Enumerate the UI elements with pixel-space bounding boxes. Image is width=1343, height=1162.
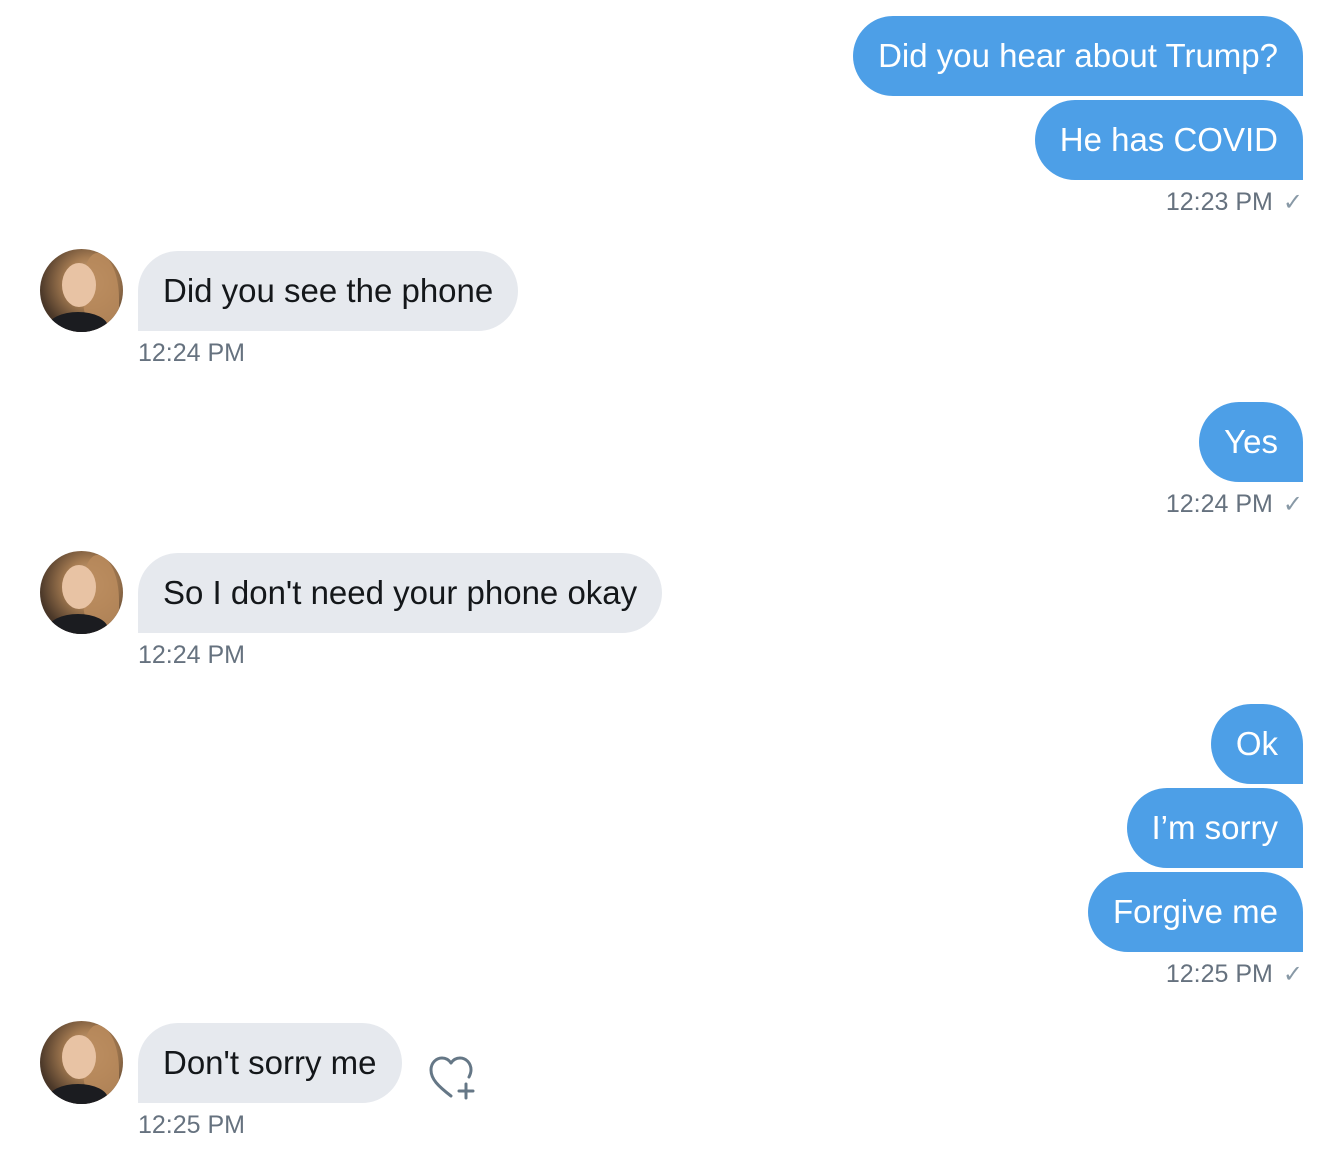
incoming-message-bubble[interactable]: Don't sorry me [138,1023,402,1103]
outgoing-message-bubble[interactable]: Yes [1199,402,1303,482]
message-timestamp: 12:24 PM [138,339,245,368]
timestamp-text: 12:24 PM [138,339,246,367]
timestamp-text: 12:25 PM [1165,960,1273,988]
outgoing-message-bubble[interactable]: Forgive me [1087,872,1303,952]
outgoing-message-bubble[interactable]: He has COVID [1034,100,1303,180]
message-timestamp: 12:24 PM [138,641,245,670]
message-timestamp: 12:25 PM [138,1111,245,1140]
timestamp-text: 12:24 PM [138,641,246,669]
avatar[interactable] [40,1021,123,1104]
outgoing-message-bubble[interactable]: I’m sorry [1126,788,1303,868]
checkmark-icon: ✓ [1282,189,1303,216]
message-timestamp: 12:23 PM ✓ [1166,188,1303,217]
timestamp-text: 12:24 PM [1165,490,1273,518]
incoming-message-bubble[interactable]: So I don't need your phone okay [138,553,663,633]
message-timestamp: 12:24 PM ✓ [1166,490,1303,519]
avatar-face [62,1035,96,1079]
avatar[interactable] [40,551,123,634]
timestamp-text: 12:23 PM [1165,188,1273,216]
incoming-message-bubble[interactable]: Did you see the phone [138,251,519,331]
checkmark-icon: ✓ [1282,961,1303,988]
heart-plus-icon[interactable] [428,1054,478,1102]
avatar-face [62,565,96,609]
message-timestamp: 12:25 PM ✓ [1166,960,1303,989]
outgoing-message-bubble[interactable]: Did you hear about Trump? [853,16,1303,96]
checkmark-icon: ✓ [1282,491,1303,518]
timestamp-text: 12:25 PM [138,1111,246,1139]
outgoing-message-bubble[interactable]: Ok [1210,704,1303,784]
avatar[interactable] [40,249,123,332]
avatar-face [62,263,96,307]
